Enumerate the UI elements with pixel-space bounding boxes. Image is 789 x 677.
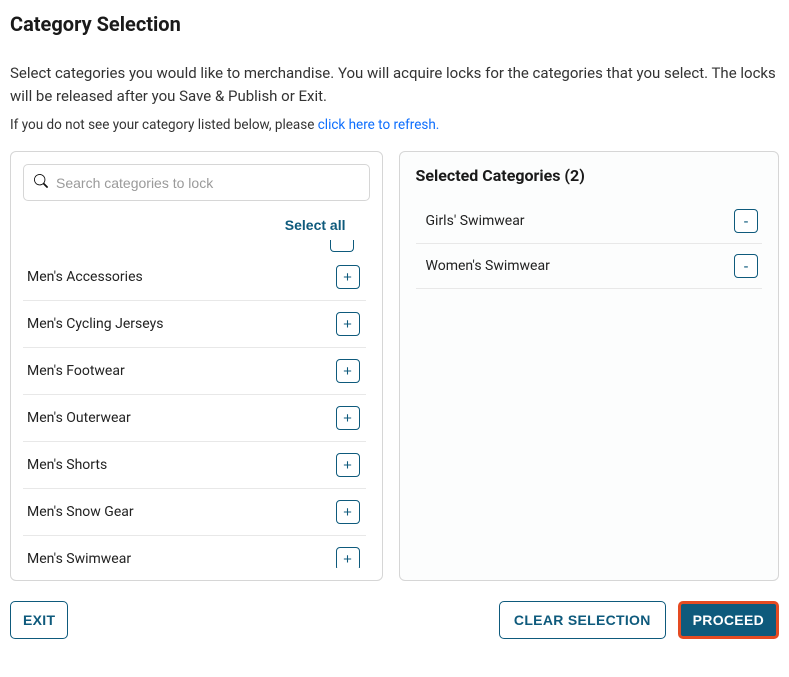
category-label: Men's Shorts <box>27 457 107 473</box>
available-categories-panel: Select all Men's Accessories + Men's Cyc… <box>10 151 383 581</box>
list-item: Girls' Swimwear - <box>416 199 763 244</box>
selected-label: Women's Swimwear <box>426 258 550 274</box>
add-button[interactable]: + <box>336 453 360 477</box>
select-all-button[interactable]: Select all <box>285 217 346 233</box>
footer: EXIT CLEAR SELECTION PROCEED <box>10 601 779 639</box>
selected-categories-panel: Selected Categories (2) Girls' Swimwear … <box>399 151 780 581</box>
selected-count: 2 <box>570 166 579 185</box>
selected-title: Selected Categories (2) <box>416 166 763 185</box>
list-item: Women's Swimwear - <box>416 244 763 289</box>
category-list[interactable]: Men's Accessories + Men's Cycling Jersey… <box>23 240 370 568</box>
category-label: Men's Accessories <box>27 269 143 285</box>
refresh-link[interactable]: click here to refresh. <box>318 117 440 133</box>
list-item: Men's Shorts + <box>23 442 366 489</box>
category-label: Men's Outerwear <box>27 410 131 426</box>
proceed-button[interactable]: PROCEED <box>678 601 779 639</box>
search-input[interactable] <box>56 175 359 191</box>
remove-button[interactable]: - <box>734 254 758 278</box>
remove-button[interactable]: - <box>734 209 758 233</box>
hint-prefix: If you do not see your category listed b… <box>10 117 318 133</box>
description-text: Select categories you would like to merc… <box>10 62 779 107</box>
category-label: Men's Footwear <box>27 363 125 379</box>
category-label: Men's Cycling Jerseys <box>27 316 163 332</box>
selected-title-prefix: Selected Categories ( <box>416 166 571 185</box>
list-item: Men's Accessories + <box>23 254 366 301</box>
page-title: Category Selection <box>10 12 779 36</box>
list-item: Men's Outerwear + <box>23 395 366 442</box>
add-button[interactable]: + <box>336 500 360 524</box>
list-item: Men's Swimwear + <box>23 536 366 568</box>
list-item: Men's Cycling Jerseys + <box>23 301 366 348</box>
add-button[interactable]: + <box>336 265 360 289</box>
search-icon <box>34 173 56 192</box>
selected-title-suffix: ) <box>579 166 585 185</box>
add-button[interactable]: + <box>336 406 360 430</box>
selected-list: Girls' Swimwear - Women's Swimwear - <box>416 199 763 289</box>
add-button[interactable]: + <box>336 312 360 336</box>
clear-selection-button[interactable]: CLEAR SELECTION <box>499 601 666 639</box>
add-button[interactable]: + <box>336 359 360 383</box>
exit-button[interactable]: EXIT <box>10 601 68 639</box>
add-button[interactable]: + <box>336 547 360 568</box>
hint-text: If you do not see your category listed b… <box>10 117 779 133</box>
selected-label: Girls' Swimwear <box>426 213 525 229</box>
list-item: Men's Snow Gear + <box>23 489 366 536</box>
partial-row-button[interactable] <box>330 240 354 252</box>
list-item: Men's Footwear + <box>23 348 366 395</box>
category-label: Men's Swimwear <box>27 551 131 567</box>
category-label: Men's Snow Gear <box>27 504 134 520</box>
search-field-wrap[interactable] <box>23 164 370 201</box>
